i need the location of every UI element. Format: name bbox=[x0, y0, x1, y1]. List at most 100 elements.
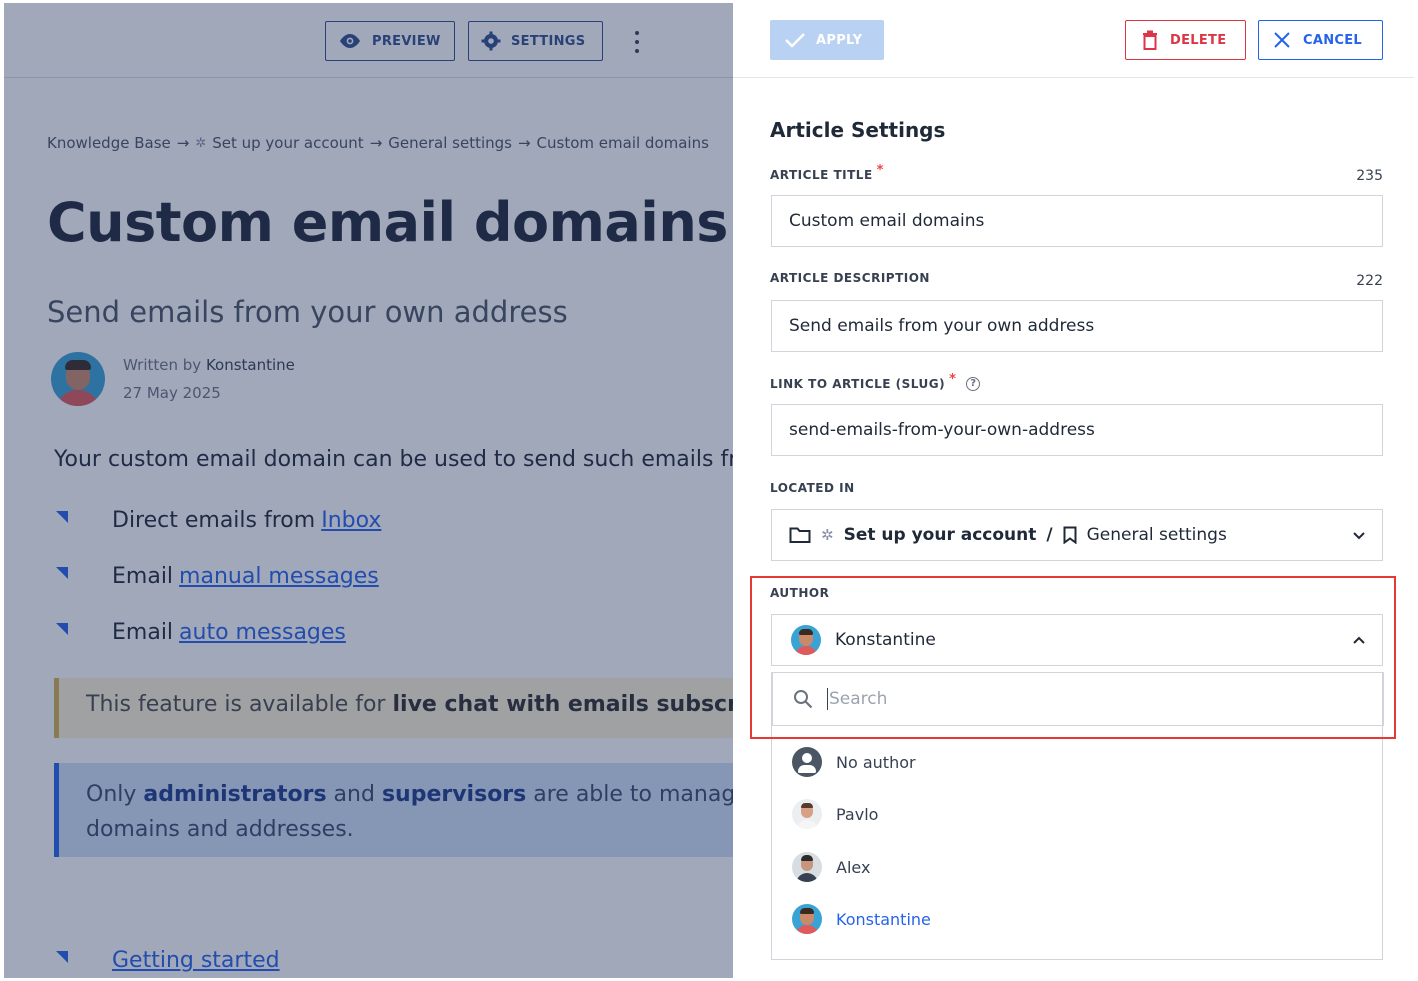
apply-label: APPLY bbox=[816, 32, 863, 48]
input-value: send-emails-from-your-own-address bbox=[789, 420, 1095, 440]
written-by-prefix: Written by bbox=[123, 356, 202, 374]
avatar bbox=[791, 625, 821, 655]
author-name: Konstantine bbox=[205, 356, 295, 374]
app-frame: PREVIEW SETTINGS Knowledge Base → ✲ Set … bbox=[4, 3, 1414, 978]
panel-title: Article Settings bbox=[770, 118, 946, 142]
description-char-count: 222 bbox=[1356, 273, 1383, 289]
callout-text: and bbox=[326, 782, 382, 807]
article-title-label: ARTICLE TITLE * bbox=[770, 163, 884, 182]
list-item: Email manual messages bbox=[56, 564, 379, 589]
author-option-konstantine[interactable]: Konstantine bbox=[792, 904, 931, 934]
field-label: LINK TO ARTICLE (SLUG) bbox=[770, 376, 946, 391]
bookmark-icon bbox=[1063, 526, 1077, 544]
callout-text: Only bbox=[86, 782, 144, 807]
author-search-input[interactable]: Search bbox=[772, 672, 1384, 726]
slug-label: LINK TO ARTICLE (SLUG) * ? bbox=[770, 372, 981, 391]
article-settings-panel: APPLY DELETE CANCEL Article Settings ART… bbox=[733, 3, 1414, 978]
settings-button[interactable]: SETTINGS bbox=[468, 21, 603, 61]
callout-bold: administrators bbox=[143, 782, 327, 807]
bullet-icon bbox=[56, 510, 68, 523]
inbox-link[interactable]: Inbox bbox=[321, 508, 381, 533]
chevron-down-icon bbox=[1353, 532, 1365, 540]
section-name: General settings bbox=[1086, 525, 1227, 545]
publish-date: 27 May 2025 bbox=[123, 384, 221, 402]
callout-text: are able to manage cu bbox=[533, 782, 733, 807]
field-label: ARTICLE DESCRIPTION bbox=[770, 271, 930, 285]
bullet-icon bbox=[56, 566, 68, 579]
field-label: ARTICLE TITLE bbox=[770, 167, 873, 182]
apply-button[interactable]: APPLY bbox=[770, 20, 884, 60]
breadcrumb-item: Custom email domains bbox=[536, 134, 709, 152]
permissions-callout: Only administrators and supervisors are … bbox=[54, 763, 733, 857]
breadcrumb-separator: → bbox=[176, 134, 190, 152]
breadcrumb: Knowledge Base → ✲ Set up your account →… bbox=[47, 134, 709, 152]
gear-icon: ✲ bbox=[821, 526, 834, 544]
eye-icon bbox=[340, 34, 360, 48]
article-subtitle: Send emails from your own address bbox=[47, 295, 568, 329]
option-label: No author bbox=[836, 752, 916, 772]
author-select[interactable]: Konstantine bbox=[771, 614, 1383, 666]
auto-messages-link[interactable]: auto messages bbox=[179, 620, 346, 645]
breadcrumb-item[interactable]: Set up your account bbox=[212, 134, 363, 152]
help-icon[interactable]: ? bbox=[966, 376, 981, 391]
chevron-up-icon bbox=[1353, 636, 1365, 644]
required-marker: * bbox=[949, 372, 957, 387]
article-title: Custom email domains bbox=[47, 191, 728, 254]
gear-icon: ✲ bbox=[195, 135, 207, 151]
article-preview: PREVIEW SETTINGS Knowledge Base → ✲ Set … bbox=[4, 3, 733, 978]
manual-messages-link[interactable]: manual messages bbox=[179, 564, 379, 589]
category-name: Set up your account bbox=[843, 525, 1037, 545]
breadcrumb-separator: → bbox=[517, 134, 531, 152]
preview-label: PREVIEW bbox=[372, 33, 441, 49]
option-label: Pavlo bbox=[836, 804, 879, 824]
article-toolbar: PREVIEW SETTINGS bbox=[4, 3, 733, 78]
avatar bbox=[792, 904, 822, 934]
delete-button[interactable]: DELETE bbox=[1125, 20, 1246, 60]
trash-icon bbox=[1143, 30, 1157, 50]
field-label: AUTHOR bbox=[770, 586, 830, 600]
more-options-icon[interactable] bbox=[630, 31, 644, 53]
article-description-input[interactable]: Send emails from your own address bbox=[771, 300, 1383, 352]
option-label: Alex bbox=[836, 857, 871, 877]
list-item-text: Email bbox=[112, 620, 174, 645]
callout-text: This feature is available for bbox=[86, 692, 393, 717]
path-separator: / bbox=[1046, 525, 1053, 545]
check-icon bbox=[785, 33, 805, 48]
located-in-select[interactable]: ✲ Set up your account / General settings bbox=[771, 509, 1383, 561]
article-description-label: ARTICLE DESCRIPTION bbox=[770, 271, 930, 285]
text-cursor bbox=[827, 688, 828, 710]
article-intro: Your custom email domain can be used to … bbox=[54, 447, 733, 472]
getting-started-link[interactable]: Getting started bbox=[112, 948, 280, 973]
required-marker: * bbox=[876, 163, 884, 178]
author-option-none[interactable]: No author bbox=[792, 747, 916, 777]
delete-label: DELETE bbox=[1170, 32, 1227, 48]
author-line: Written by Konstantine bbox=[123, 351, 295, 379]
search-icon bbox=[794, 690, 813, 709]
list-item-text: Direct emails from bbox=[112, 508, 316, 533]
feature-callout: This feature is available for live chat … bbox=[54, 678, 733, 738]
slug-input[interactable]: send-emails-from-your-own-address bbox=[771, 404, 1383, 456]
callout-line: domains and addresses. bbox=[86, 817, 354, 842]
breadcrumb-item[interactable]: General settings bbox=[388, 134, 512, 152]
avatar bbox=[51, 352, 105, 406]
folder-icon bbox=[789, 527, 811, 543]
list-item: Email auto messages bbox=[56, 620, 346, 645]
bullet-icon bbox=[56, 950, 68, 963]
located-in-label: LOCATED IN bbox=[770, 481, 855, 495]
preview-button[interactable]: PREVIEW bbox=[325, 21, 455, 61]
author-option-pavlo[interactable]: Pavlo bbox=[792, 799, 878, 829]
avatar bbox=[792, 799, 822, 829]
panel-header: APPLY DELETE CANCEL bbox=[733, 3, 1414, 78]
author-option-alex[interactable]: Alex bbox=[792, 852, 870, 882]
article-author: Written by Konstantine 27 May 2025 bbox=[51, 351, 295, 407]
close-icon bbox=[1274, 32, 1290, 48]
person-icon bbox=[792, 747, 822, 777]
gear-icon bbox=[481, 31, 501, 51]
input-value: Custom email domains bbox=[789, 211, 985, 231]
author-dropdown: Search No author Pavlo Alex Konstantine bbox=[771, 672, 1384, 960]
title-char-count: 235 bbox=[1356, 168, 1383, 184]
settings-label: SETTINGS bbox=[511, 33, 586, 49]
article-title-input[interactable]: Custom email domains bbox=[771, 195, 1383, 247]
cancel-button[interactable]: CANCEL bbox=[1258, 20, 1383, 60]
breadcrumb-item[interactable]: Knowledge Base bbox=[47, 134, 171, 152]
